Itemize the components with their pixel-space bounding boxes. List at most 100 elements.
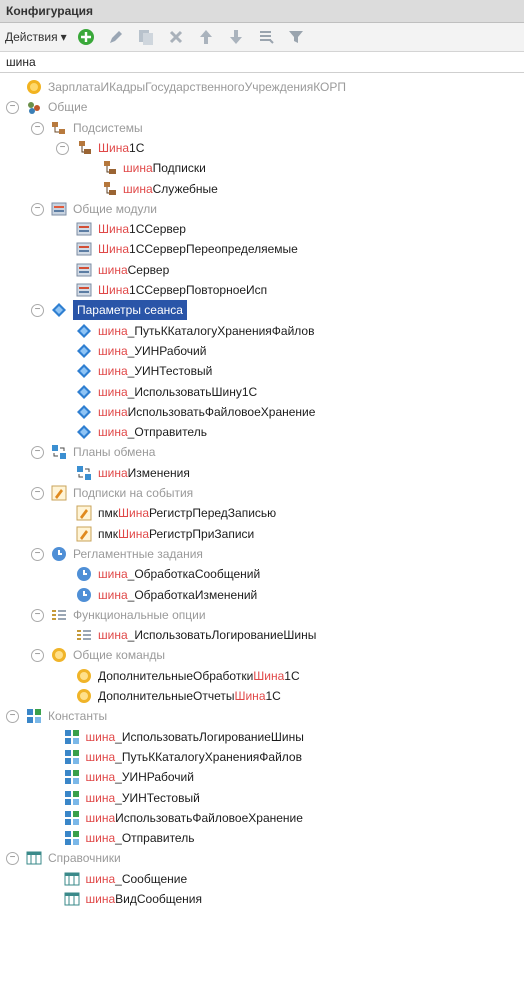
label-text: _УИНТестовый — [127, 364, 213, 379]
tree-node[interactable]: шинаСервер — [0, 260, 524, 280]
expander-minus-icon[interactable]: − — [31, 649, 44, 663]
configuration-tree: ЗарплатаИКадрыГосударственногоУчреждения… — [0, 73, 524, 995]
move-up-icon — [199, 30, 212, 44]
tree-node[interactable]: шинаПодписки — [0, 158, 524, 178]
label-text: _Сообщение — [115, 871, 188, 886]
search-match-highlight: шина — [98, 384, 128, 399]
label-text: Функциональные опции — [73, 607, 206, 622]
expander-minus-icon[interactable]: − — [31, 446, 44, 460]
label-text: 1С — [129, 140, 145, 155]
list-icon — [259, 31, 274, 44]
tree-node[interactable]: пмкШинаРегистрПриЗаписи — [0, 524, 524, 544]
tree-node[interactable]: шина_ОбработкаСообщений — [0, 564, 524, 584]
tree-node[interactable]: шина_Отправитель — [0, 828, 524, 848]
add-button[interactable] — [75, 26, 97, 48]
tree-node[interactable]: шина_ОбработкаИзменений — [0, 585, 524, 605]
tree-node[interactable]: − Параметры сеанса — [0, 300, 524, 321]
label-text: _Отправитель — [127, 425, 207, 440]
tree-node[interactable]: − Функциональные опции — [0, 605, 524, 625]
delete-button[interactable] — [165, 26, 187, 48]
tree-node-label: Общие команды — [73, 645, 165, 665]
tree-node[interactable]: − Шина1С — [0, 138, 524, 158]
actions-menu-button[interactable]: Действия ▾ — [5, 30, 67, 44]
event-subscription-icon — [76, 505, 92, 521]
subsystem-icon — [101, 160, 117, 176]
tree-node[interactable]: − Подсистемы — [0, 118, 524, 138]
tree-node[interactable]: шина_ПутьККаталогуХраненияФайлов — [0, 321, 524, 341]
label-text: _ОбработкаИзменений — [127, 587, 258, 602]
search-match-highlight: шина — [123, 161, 153, 176]
tree-node[interactable]: пмкШинаРегистрПередЗаписью — [0, 503, 524, 523]
filter-button[interactable] — [285, 26, 307, 48]
tree-node[interactable]: ЗарплатаИКадрыГосударственногоУчреждения… — [0, 77, 524, 97]
move-down-icon — [229, 30, 242, 44]
search-match-highlight: шина — [98, 628, 128, 643]
tree-node[interactable]: − Общие модули — [0, 199, 524, 219]
label-text: ЗарплатаИКадрыГосударственногоУчреждения… — [48, 80, 347, 94]
common-commands-icon — [51, 647, 67, 663]
tree-node[interactable]: ДополнительныеОбработкиШина1С — [0, 666, 524, 686]
search-match-highlight: шина — [85, 831, 116, 846]
tree-node[interactable]: шинаСлужебные — [0, 179, 524, 199]
toolbar: Действия ▾ — [0, 23, 524, 52]
window-title: Конфигурация — [0, 0, 524, 23]
tree-node[interactable]: шина_Сообщение — [0, 869, 524, 889]
session-param-icon — [76, 404, 92, 420]
tree-node[interactable]: шина_ПутьККаталогуХраненияФайлов — [0, 747, 524, 767]
tree-node[interactable]: − Подписки на события — [0, 483, 524, 503]
tree-node[interactable]: шинаВидСообщения — [0, 889, 524, 909]
tree-node[interactable]: шина_УИНРабочий — [0, 341, 524, 361]
tree-node[interactable]: Шина1ССерверПереопределяемые — [0, 239, 524, 259]
tree-node[interactable]: шина_ИспользоватьЛогированиеШины — [0, 625, 524, 645]
tree-node[interactable]: шина_УИНРабочий — [0, 767, 524, 787]
tree-node-label: Общие — [48, 97, 87, 117]
functional-options-icon — [51, 607, 67, 623]
tree-node[interactable]: − Константы — [0, 706, 524, 726]
scheduled-job-icon — [76, 566, 92, 582]
subsystem-icon — [76, 140, 92, 156]
search-match-highlight: шина — [85, 770, 116, 785]
expander-minus-icon[interactable]: − — [31, 547, 44, 561]
copy-button[interactable] — [135, 26, 157, 48]
expander-minus-icon[interactable]: − — [31, 121, 44, 135]
tree-node[interactable]: шина_ИспользоватьШину1С — [0, 382, 524, 402]
tree-node[interactable]: − Планы обмена — [0, 442, 524, 462]
edit-button[interactable] — [105, 26, 127, 48]
list-button[interactable] — [255, 26, 277, 48]
tree-node-label: шинаПодписки — [123, 158, 206, 178]
search-match-highlight: шина — [98, 425, 128, 440]
label-text: ИспользоватьФайловоеХранение — [127, 404, 316, 419]
expander-minus-icon[interactable]: − — [31, 304, 44, 318]
expander-minus-icon[interactable]: − — [6, 852, 19, 866]
expander-minus-icon[interactable]: − — [6, 710, 19, 724]
constant-icon — [64, 790, 80, 806]
catalog-icon — [64, 891, 80, 907]
tree-node[interactable]: − Общие команды — [0, 645, 524, 665]
tree-node[interactable]: Шина1ССерверПовторноеИсп — [0, 280, 524, 300]
tree-node[interactable]: шина_УИНТестовый — [0, 788, 524, 808]
expander-minus-icon[interactable]: − — [6, 101, 19, 115]
tree-node[interactable]: шинаИспользоватьФайловоеХранение — [0, 808, 524, 828]
tree-node-label: Шина1ССерверПереопределяемые — [98, 239, 298, 259]
tree-node[interactable]: шинаИзменения — [0, 463, 524, 483]
tree-node[interactable]: ДополнительныеОтчетыШина1С — [0, 686, 524, 706]
search-input[interactable]: шина — [0, 52, 524, 73]
label-text: РегистрПриЗаписи — [149, 526, 255, 541]
exchange-plans-icon — [51, 444, 67, 460]
expander-minus-icon[interactable]: − — [31, 202, 44, 216]
tree-node[interactable]: − Справочники — [0, 848, 524, 868]
expander-minus-icon[interactable]: − — [31, 487, 44, 500]
tree-node[interactable]: Шина1ССервер — [0, 219, 524, 239]
tree-node[interactable]: шина_ИспользоватьЛогированиеШины — [0, 727, 524, 747]
move-up-button[interactable] — [195, 26, 217, 48]
tree-node[interactable]: шина_УИНТестовый — [0, 361, 524, 381]
move-down-button[interactable] — [225, 26, 247, 48]
tree-node[interactable]: шина_Отправитель — [0, 422, 524, 442]
search-value: шина — [6, 55, 36, 69]
tree-node[interactable]: шинаИспользоватьФайловоеХранение — [0, 402, 524, 422]
expander-minus-icon[interactable]: − — [31, 608, 44, 622]
tree-node[interactable]: − Регламентные задания — [0, 544, 524, 564]
exchange-plan-icon — [76, 465, 92, 481]
expander-minus-icon[interactable]: − — [56, 141, 69, 155]
tree-node[interactable]: − Общие — [0, 97, 524, 117]
